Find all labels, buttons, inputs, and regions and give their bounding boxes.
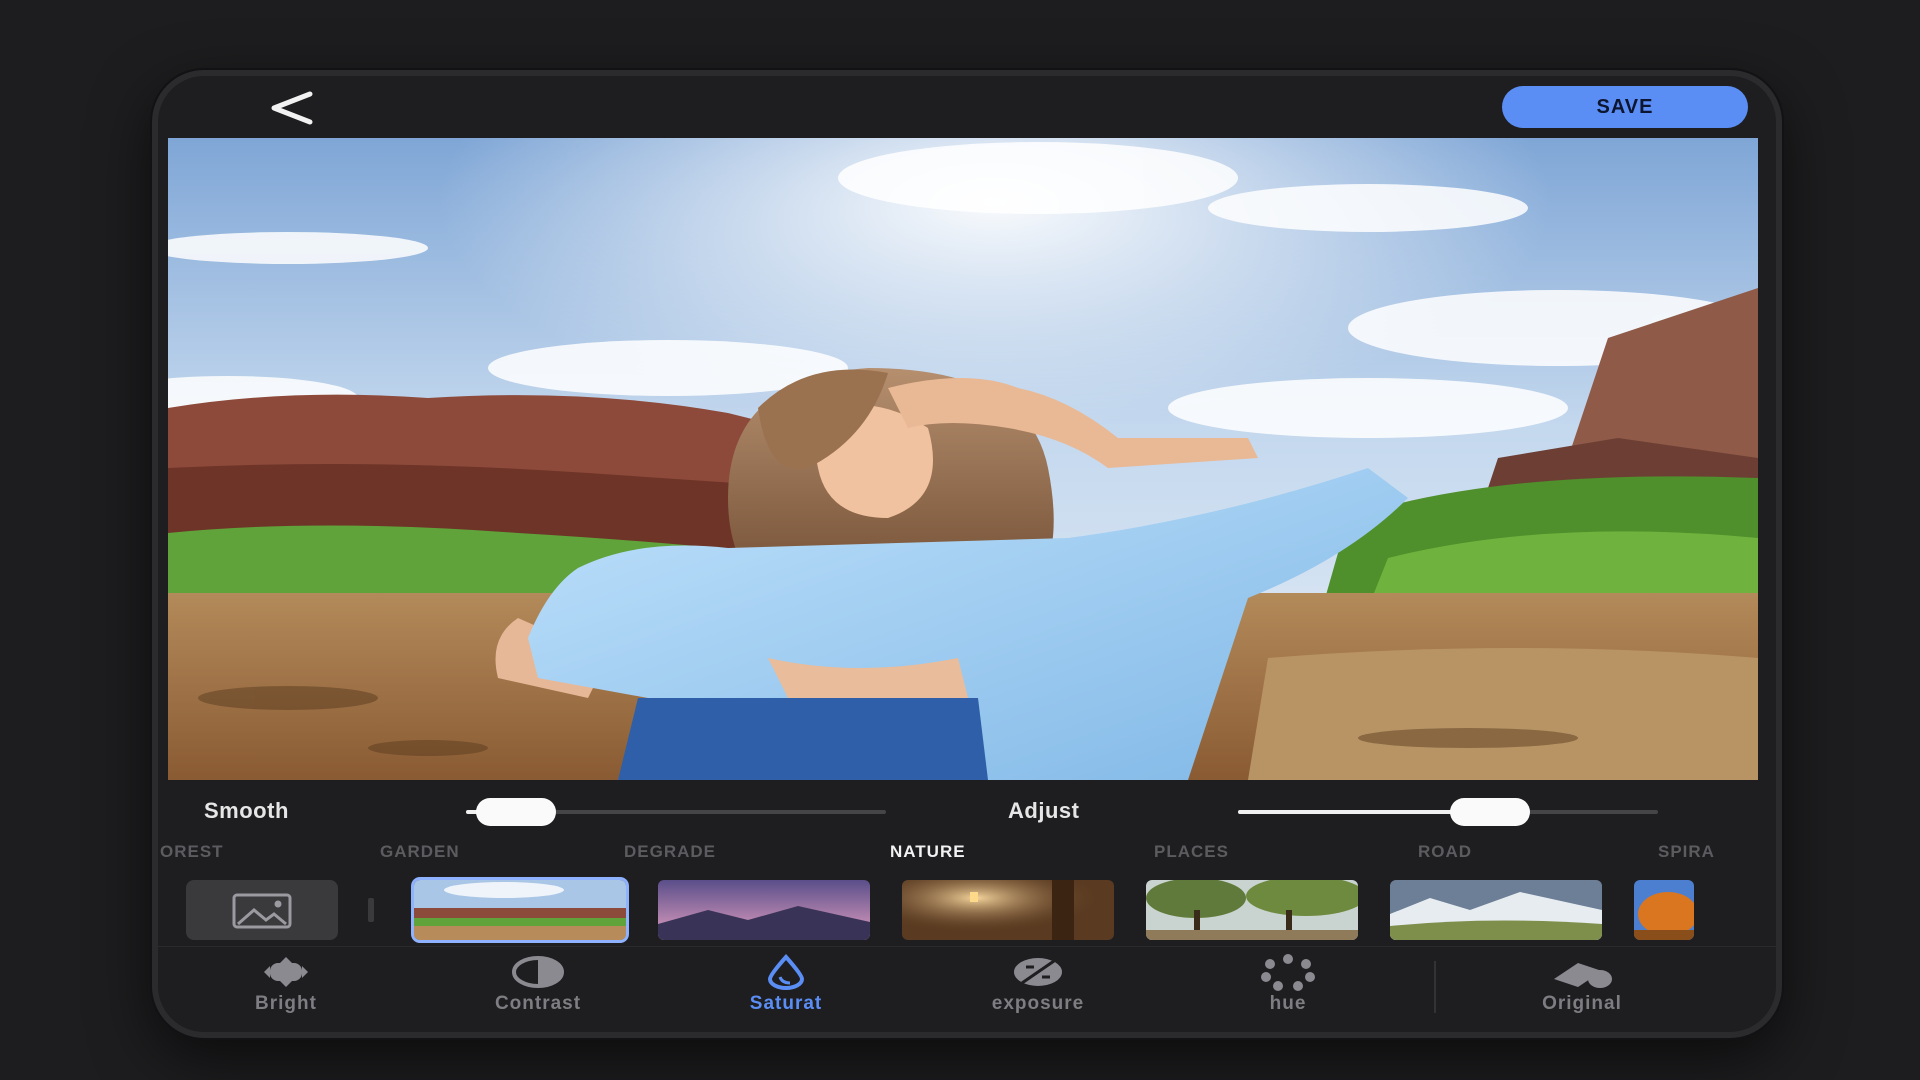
smooth-slider[interactable] [466, 798, 886, 826]
category-tab[interactable]: GARDEN [380, 842, 460, 862]
droplet-icon [767, 953, 805, 990]
snowy-valley-thumbnail [1390, 880, 1602, 940]
park-trees-thumbnail [1146, 880, 1358, 940]
category-tab[interactable]: SPIRA [1658, 842, 1715, 862]
category-tabs: OREST GARDEN DEGRADE NATURE PLACES ROAD … [158, 838, 1776, 868]
sun-icon [264, 957, 308, 987]
tool-label: exposure [991, 993, 1085, 1014]
lantern-forest-thumbnail [902, 880, 1114, 940]
image-icon [232, 893, 292, 929]
tool-label: hue [1269, 993, 1307, 1014]
tool-label: Contrast [494, 993, 582, 1014]
hue-dots-icon [1261, 954, 1315, 991]
background-thumb[interactable] [902, 880, 1114, 940]
background-thumb[interactable] [414, 880, 626, 940]
tool-label: Original [1542, 993, 1622, 1014]
contrast-icon [512, 956, 564, 988]
toolbar-divider [1434, 961, 1436, 1013]
background-strip [158, 878, 1776, 944]
top-bar: SAVE [158, 76, 1776, 138]
back-button[interactable] [262, 88, 322, 128]
smooth-label: Smooth [204, 798, 289, 823]
red-rock-desert-thumbnail [414, 880, 626, 940]
tool-hue[interactable]: hue [1198, 953, 1378, 1015]
category-tab[interactable]: ROAD [1418, 842, 1472, 862]
phone-frame: SAVE Smooth Adjust OREST GARDEN DEGRADE … [152, 70, 1782, 1038]
smooth-slider-thumb[interactable] [476, 798, 557, 826]
tool-original[interactable]: Original [1492, 953, 1672, 1015]
bottom-toolbar: Bright Contrast Saturat exposure hue Ori… [158, 946, 1776, 1032]
autumn-tree-thumbnail [1634, 880, 1694, 940]
slider-row: Smooth Adjust [158, 786, 1776, 836]
background-thumb[interactable] [658, 880, 870, 940]
category-tab[interactable]: OREST [160, 842, 224, 862]
gallery-button[interactable] [186, 880, 338, 940]
tool-exposure[interactable]: exposure [948, 953, 1128, 1015]
exposure-icon [1014, 958, 1062, 986]
tool-bright[interactable]: Bright [196, 953, 376, 1015]
tool-label: Bright [255, 993, 317, 1014]
edited-photo [168, 138, 1758, 780]
tool-label: Saturat [749, 993, 823, 1014]
original-icon [1554, 963, 1612, 988]
background-thumb[interactable] [1634, 880, 1694, 940]
tool-saturation[interactable]: Saturat [696, 953, 876, 1015]
photo-canvas[interactable] [168, 138, 1758, 780]
background-thumb[interactable] [1390, 880, 1602, 940]
save-button[interactable]: SAVE [1502, 86, 1748, 128]
category-tab[interactable]: PLACES [1154, 842, 1229, 862]
strip-divider [368, 898, 374, 922]
adjust-label: Adjust [1008, 798, 1080, 823]
category-tab[interactable]: DEGRADE [624, 842, 716, 862]
purple-mountain-dusk-thumbnail [658, 880, 870, 940]
background-thumb[interactable] [1146, 880, 1358, 940]
adjust-slider-thumb[interactable] [1450, 798, 1530, 826]
category-tab[interactable]: NATURE [890, 842, 966, 862]
tool-contrast[interactable]: Contrast [448, 953, 628, 1015]
adjust-slider[interactable] [1238, 798, 1658, 826]
chevron-left-icon [271, 91, 313, 125]
